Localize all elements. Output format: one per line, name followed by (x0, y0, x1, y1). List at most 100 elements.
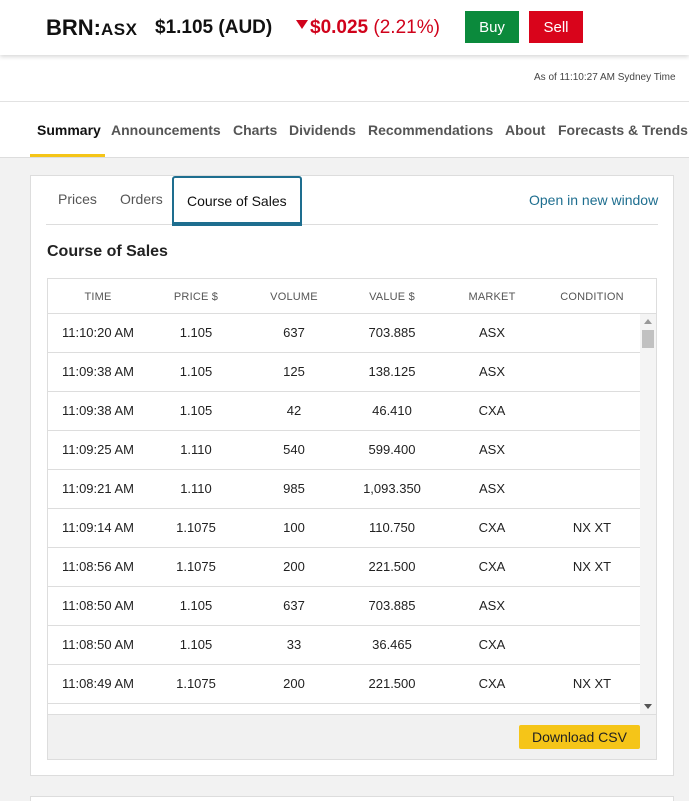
main-nav: Summary Announcements Charts Dividends R… (0, 102, 689, 158)
quote-header: BRN:ASX $1.105 (AUD) $0.025 (2.21%) Buy … (0, 0, 689, 55)
cell-price: 1.1075 (176, 676, 216, 691)
cell-price: 1.105 (179, 403, 213, 418)
cell-time: 11:09:38 AM (61, 364, 135, 379)
cell-value: 221.500 (368, 676, 416, 691)
subtab-course-of-sales[interactable]: Course of Sales (172, 176, 302, 226)
cell-volume: 100 (283, 520, 305, 535)
cell-value: 138.125 (368, 364, 416, 379)
subtab-orders[interactable]: Orders (120, 191, 163, 207)
scroll-up-icon[interactable] (644, 319, 652, 324)
scroll-thumb[interactable] (642, 330, 654, 348)
cell-price: 1.105 (179, 598, 213, 613)
table-row: 11:08:56 AM 1.1075 200 221.500 CXA NX XT (48, 548, 640, 587)
tab-summary[interactable]: Summary (37, 122, 101, 138)
table-row: 11:08:50 AM 1.105 637 703.885 ASX (48, 587, 640, 626)
tab-dividends[interactable]: Dividends (289, 122, 356, 138)
cell-time: 11:09:21 AM (61, 481, 135, 496)
download-csv-button[interactable]: Download CSV (519, 725, 640, 749)
cell-price: 1.1075 (176, 559, 216, 574)
change-percent: (2.21%) (373, 17, 440, 38)
active-tab-indicator (30, 154, 105, 157)
table-row: 11:08:49 AM 1.1075 200 221.500 CXA NX XT (48, 665, 640, 704)
cell-market: ASX (478, 442, 505, 457)
cell-volume: 200 (283, 676, 305, 691)
table-header: TIME PRICE $ VOLUME VALUE $ MARKET CONDI… (48, 279, 656, 314)
cell-time: 11:08:50 AM (61, 598, 135, 613)
header-condition[interactable]: CONDITION (544, 291, 640, 303)
price-change: $0.025 (2.21%) (296, 17, 440, 39)
table-row: 11:09:25 AM 1.110 540 599.400 ASX (48, 431, 640, 470)
ticker-symbol: BRN:ASX (46, 15, 138, 40)
table-row: 11:09:38 AM 1.105 125 138.125 ASX (48, 353, 640, 392)
cell-value: 703.885 (368, 325, 416, 340)
cell-volume: 540 (283, 442, 305, 457)
cell-value: 36.465 (372, 637, 412, 652)
tab-recommendations[interactable]: Recommendations (368, 122, 493, 138)
cell-condition: NX XT (572, 676, 612, 691)
section-title: Course of Sales (47, 243, 168, 260)
cell-market: CXA (478, 676, 506, 691)
table-row: 11:09:38 AM 1.105 42 46.410 CXA (48, 392, 640, 431)
cell-market: ASX (478, 598, 505, 613)
table-scrollbar[interactable] (640, 314, 656, 714)
down-arrow-icon (296, 20, 308, 29)
tab-announcements[interactable]: Announcements (111, 122, 221, 138)
cell-time: 11:08:49 AM (61, 676, 135, 691)
cell-value: 1,093.350 (363, 481, 421, 496)
scroll-down-icon[interactable] (644, 704, 652, 709)
exchange-code: ASX (101, 20, 138, 39)
cell-price: 1.105 (179, 325, 213, 340)
cell-time: 11:09:38 AM (61, 403, 135, 418)
cell-market: ASX (478, 481, 505, 496)
as-of-timestamp: As of 11:10:27 AM Sydney Time (534, 72, 676, 83)
header-price[interactable]: PRICE $ (148, 291, 244, 303)
cell-value: 599.400 (368, 442, 416, 457)
cell-market: CXA (478, 637, 506, 652)
header-market[interactable]: MARKET (440, 291, 544, 303)
cell-value: 221.500 (368, 559, 416, 574)
cell-price: 1.110 (180, 442, 212, 457)
cell-volume: 985 (283, 481, 305, 496)
next-panel-edge (30, 796, 674, 801)
tab-charts[interactable]: Charts (233, 122, 277, 138)
last-price: $1.105 (AUD) (155, 17, 273, 38)
table-row: 11:10:20 AM 1.105 637 703.885 ASX (48, 314, 640, 353)
header-volume[interactable]: VOLUME (244, 291, 344, 303)
cell-value: 110.750 (368, 520, 416, 535)
subtab-prices[interactable]: Prices (58, 191, 97, 207)
table-row: 11:09:21 AM 1.110 985 1,093.350 ASX (48, 470, 640, 509)
buy-button[interactable]: Buy (465, 11, 519, 43)
cell-time: 11:09:14 AM (61, 520, 135, 535)
cell-time: 11:08:50 AM (61, 637, 135, 652)
table-row: 11:08:50 AM 1.105 33 36.465 CXA (48, 626, 640, 665)
open-new-window-link[interactable]: Open in new window (529, 192, 658, 208)
cell-price: 1.1075 (176, 520, 216, 535)
course-of-sales-panel: Prices Orders Course of Sales Open in ne… (30, 175, 674, 776)
cell-value: 46.410 (372, 403, 412, 418)
tab-about[interactable]: About (505, 122, 545, 138)
cell-volume: 637 (283, 598, 305, 613)
cell-volume: 125 (283, 364, 305, 379)
cell-volume: 637 (283, 325, 305, 340)
cell-price: 1.110 (180, 481, 212, 496)
cell-time: 11:09:25 AM (61, 442, 135, 457)
cell-market: ASX (478, 364, 505, 379)
table-row (48, 704, 640, 714)
cell-market: CXA (478, 520, 506, 535)
cell-market: ASX (478, 325, 505, 340)
cell-volume: 200 (283, 559, 305, 574)
header-time[interactable]: TIME (48, 291, 148, 303)
cell-volume: 42 (286, 403, 302, 418)
cell-price: 1.105 (179, 637, 213, 652)
sell-button[interactable]: Sell (529, 11, 583, 43)
tab-forecasts-trends[interactable]: Forecasts & Trends (558, 122, 688, 138)
header-value[interactable]: VALUE $ (344, 291, 440, 303)
cell-condition: NX XT (572, 559, 612, 574)
cell-time: 11:08:56 AM (61, 559, 135, 574)
sales-table: TIME PRICE $ VOLUME VALUE $ MARKET CONDI… (47, 278, 657, 760)
change-amount: $0.025 (310, 17, 369, 38)
cell-market: CXA (478, 403, 506, 418)
table-footer: Download CSV (48, 714, 656, 759)
cell-value: 703.885 (368, 598, 416, 613)
cell-market: CXA (478, 559, 506, 574)
